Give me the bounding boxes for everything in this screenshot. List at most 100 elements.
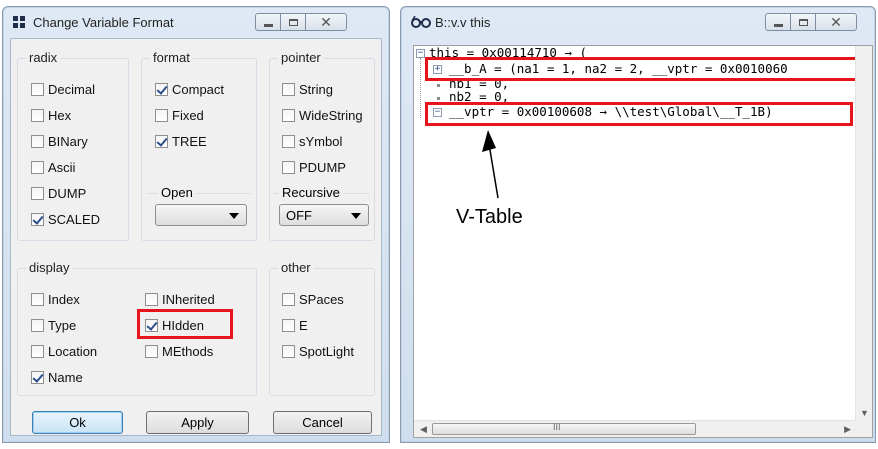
tree-line-nb2[interactable]: nb2 = 0, (449, 90, 509, 104)
v-table-annotation: V-Table (456, 206, 523, 228)
checkbox-label: Type (48, 318, 77, 333)
display-inherited-checkbox[interactable]: INherited (145, 292, 215, 307)
checkbox-box (31, 319, 44, 332)
dialog-body: radix Decimal Hex BINary Ascii DUMP SCAL… (10, 38, 382, 436)
recursive-dropdown-value: OFF (286, 207, 312, 223)
radix-scaled-checkbox[interactable]: SCALED (31, 212, 100, 227)
recursive-label: Recursive (279, 185, 343, 200)
other-spotlight-checkbox[interactable]: SpotLight (282, 344, 354, 359)
change-variable-format-window: Change Variable Format ✕ radix Decimal H… (2, 6, 390, 443)
checkbox-box (282, 161, 295, 174)
tree-line-b-a[interactable]: __b_A = (na1 = 1, na2 = 2, __vptr = 0x00… (449, 62, 788, 76)
checkbox-label: BINary (48, 134, 88, 149)
format-legend: format (150, 50, 193, 65)
display-hidden-checkbox[interactable]: HIdden (145, 318, 204, 333)
checkbox-box (31, 187, 44, 200)
display-index-checkbox[interactable]: Index (31, 292, 80, 307)
close-button[interactable]: ✕ (815, 13, 857, 31)
checkbox-label: sYmbol (299, 134, 343, 149)
checkbox-label: Location (48, 344, 98, 359)
checkbox-box (282, 345, 295, 358)
other-e-checkbox[interactable]: E (282, 318, 308, 333)
other-spaces-checkbox[interactable]: SPaces (282, 292, 344, 307)
checkbox-box (282, 319, 295, 332)
checkbox-label: E (299, 318, 308, 333)
close-button[interactable]: ✕ (305, 13, 347, 31)
close-icon: ✕ (320, 13, 332, 30)
maximize-button[interactable] (280, 13, 306, 31)
minimize-button[interactable] (255, 13, 281, 31)
checkbox-label: String (299, 82, 333, 97)
checkbox-label: WideString (299, 108, 363, 123)
checkbox-label: HIdden (162, 318, 204, 333)
size-grip-icon[interactable] (855, 420, 872, 437)
collapse-icon[interactable]: − (416, 49, 425, 58)
radix-binary-checkbox[interactable]: BINary (31, 134, 88, 149)
checkbox-box (155, 109, 168, 122)
pointer-legend: pointer (278, 50, 324, 65)
vertical-scrollbar[interactable]: ▼ (855, 46, 872, 422)
checkbox-box (282, 135, 295, 148)
expand-icon[interactable]: + (433, 65, 442, 74)
glasses-icon (411, 16, 431, 28)
display-location-checkbox[interactable]: Location (31, 344, 97, 359)
checkbox-label: INherited (162, 292, 215, 307)
checkbox-label: SpotLight (299, 344, 354, 359)
checkbox-box (145, 345, 158, 358)
checkbox-box (155, 83, 168, 96)
pointer-pdump-checkbox[interactable]: PDUMP (282, 160, 346, 175)
horizontal-scrollbar[interactable]: ◀ III ▶ (414, 420, 857, 437)
scroll-left-icon[interactable]: ◀ (420, 424, 427, 435)
radix-dump-checkbox[interactable]: DUMP (31, 186, 86, 201)
apply-button[interactable]: Apply (146, 411, 249, 434)
checkbox-label: PDUMP (299, 160, 346, 175)
grid-icon (13, 16, 25, 28)
chevron-down-icon (351, 213, 361, 219)
ok-button[interactable]: Ok (32, 411, 123, 434)
dialog-titlebar[interactable]: Change Variable Format ✕ (3, 7, 389, 37)
maximize-button[interactable] (790, 13, 816, 31)
scroll-grip: III (553, 422, 561, 432)
collapse-icon[interactable]: − (433, 108, 442, 117)
checkbox-label: Fixed (172, 108, 204, 123)
open-dropdown[interactable] (155, 204, 247, 226)
radix-hex-checkbox[interactable]: Hex (31, 108, 71, 123)
checkbox-box (145, 319, 158, 332)
dialog-title: Change Variable Format (33, 15, 174, 30)
display-type-checkbox[interactable]: Type (31, 318, 76, 333)
checkbox-box (155, 135, 168, 148)
checkbox-label: TREE (172, 134, 207, 149)
minimize-button[interactable] (765, 13, 791, 31)
checkbox-box (31, 161, 44, 174)
display-legend: display (26, 260, 73, 275)
checkbox-label: DUMP (48, 186, 87, 201)
format-tree-checkbox[interactable]: TREE (155, 134, 207, 149)
checkbox-box (145, 293, 158, 306)
cancel-button[interactable]: Cancel (273, 411, 372, 434)
checkbox-box (282, 109, 295, 122)
pointer-string-checkbox[interactable]: String (282, 82, 333, 97)
tree-line-vptr[interactable]: __vptr = 0x00100608 → \\test\Global\__T_… (449, 105, 773, 119)
variable-viewer-window: B::v.v this ✕ − this = 0x00114710 → ( + … (400, 6, 876, 443)
display-name-checkbox[interactable]: Name (31, 370, 83, 385)
radix-legend: radix (26, 50, 61, 65)
recursive-dropdown[interactable]: OFF (279, 204, 369, 226)
format-compact-checkbox[interactable]: Compact (155, 82, 224, 97)
checkbox-box (282, 83, 295, 96)
tree-connector (420, 58, 421, 118)
display-methods-checkbox[interactable]: MEthods (145, 344, 213, 359)
viewer-content[interactable]: − this = 0x00114710 → ( + __b_A = (na1 =… (413, 45, 873, 438)
tree-root-line[interactable]: this = 0x00114710 → ( (429, 46, 587, 60)
maximize-icon (798, 18, 808, 26)
pointer-symbol-checkbox[interactable]: sYmbol (282, 134, 342, 149)
radix-decimal-checkbox[interactable]: Decimal (31, 82, 95, 97)
radix-ascii-checkbox[interactable]: Ascii (31, 160, 75, 175)
viewer-titlebar[interactable]: B::v.v this ✕ (401, 7, 875, 37)
checkbox-label: Compact (172, 82, 225, 97)
scroll-down-icon[interactable]: ▼ (860, 408, 869, 418)
horizontal-scroll-thumb[interactable]: III (432, 422, 696, 435)
pointer-widestring-checkbox[interactable]: WideString (282, 108, 363, 123)
format-fixed-checkbox[interactable]: Fixed (155, 108, 204, 123)
checkbox-box (31, 135, 44, 148)
scroll-right-icon[interactable]: ▶ (844, 424, 851, 435)
